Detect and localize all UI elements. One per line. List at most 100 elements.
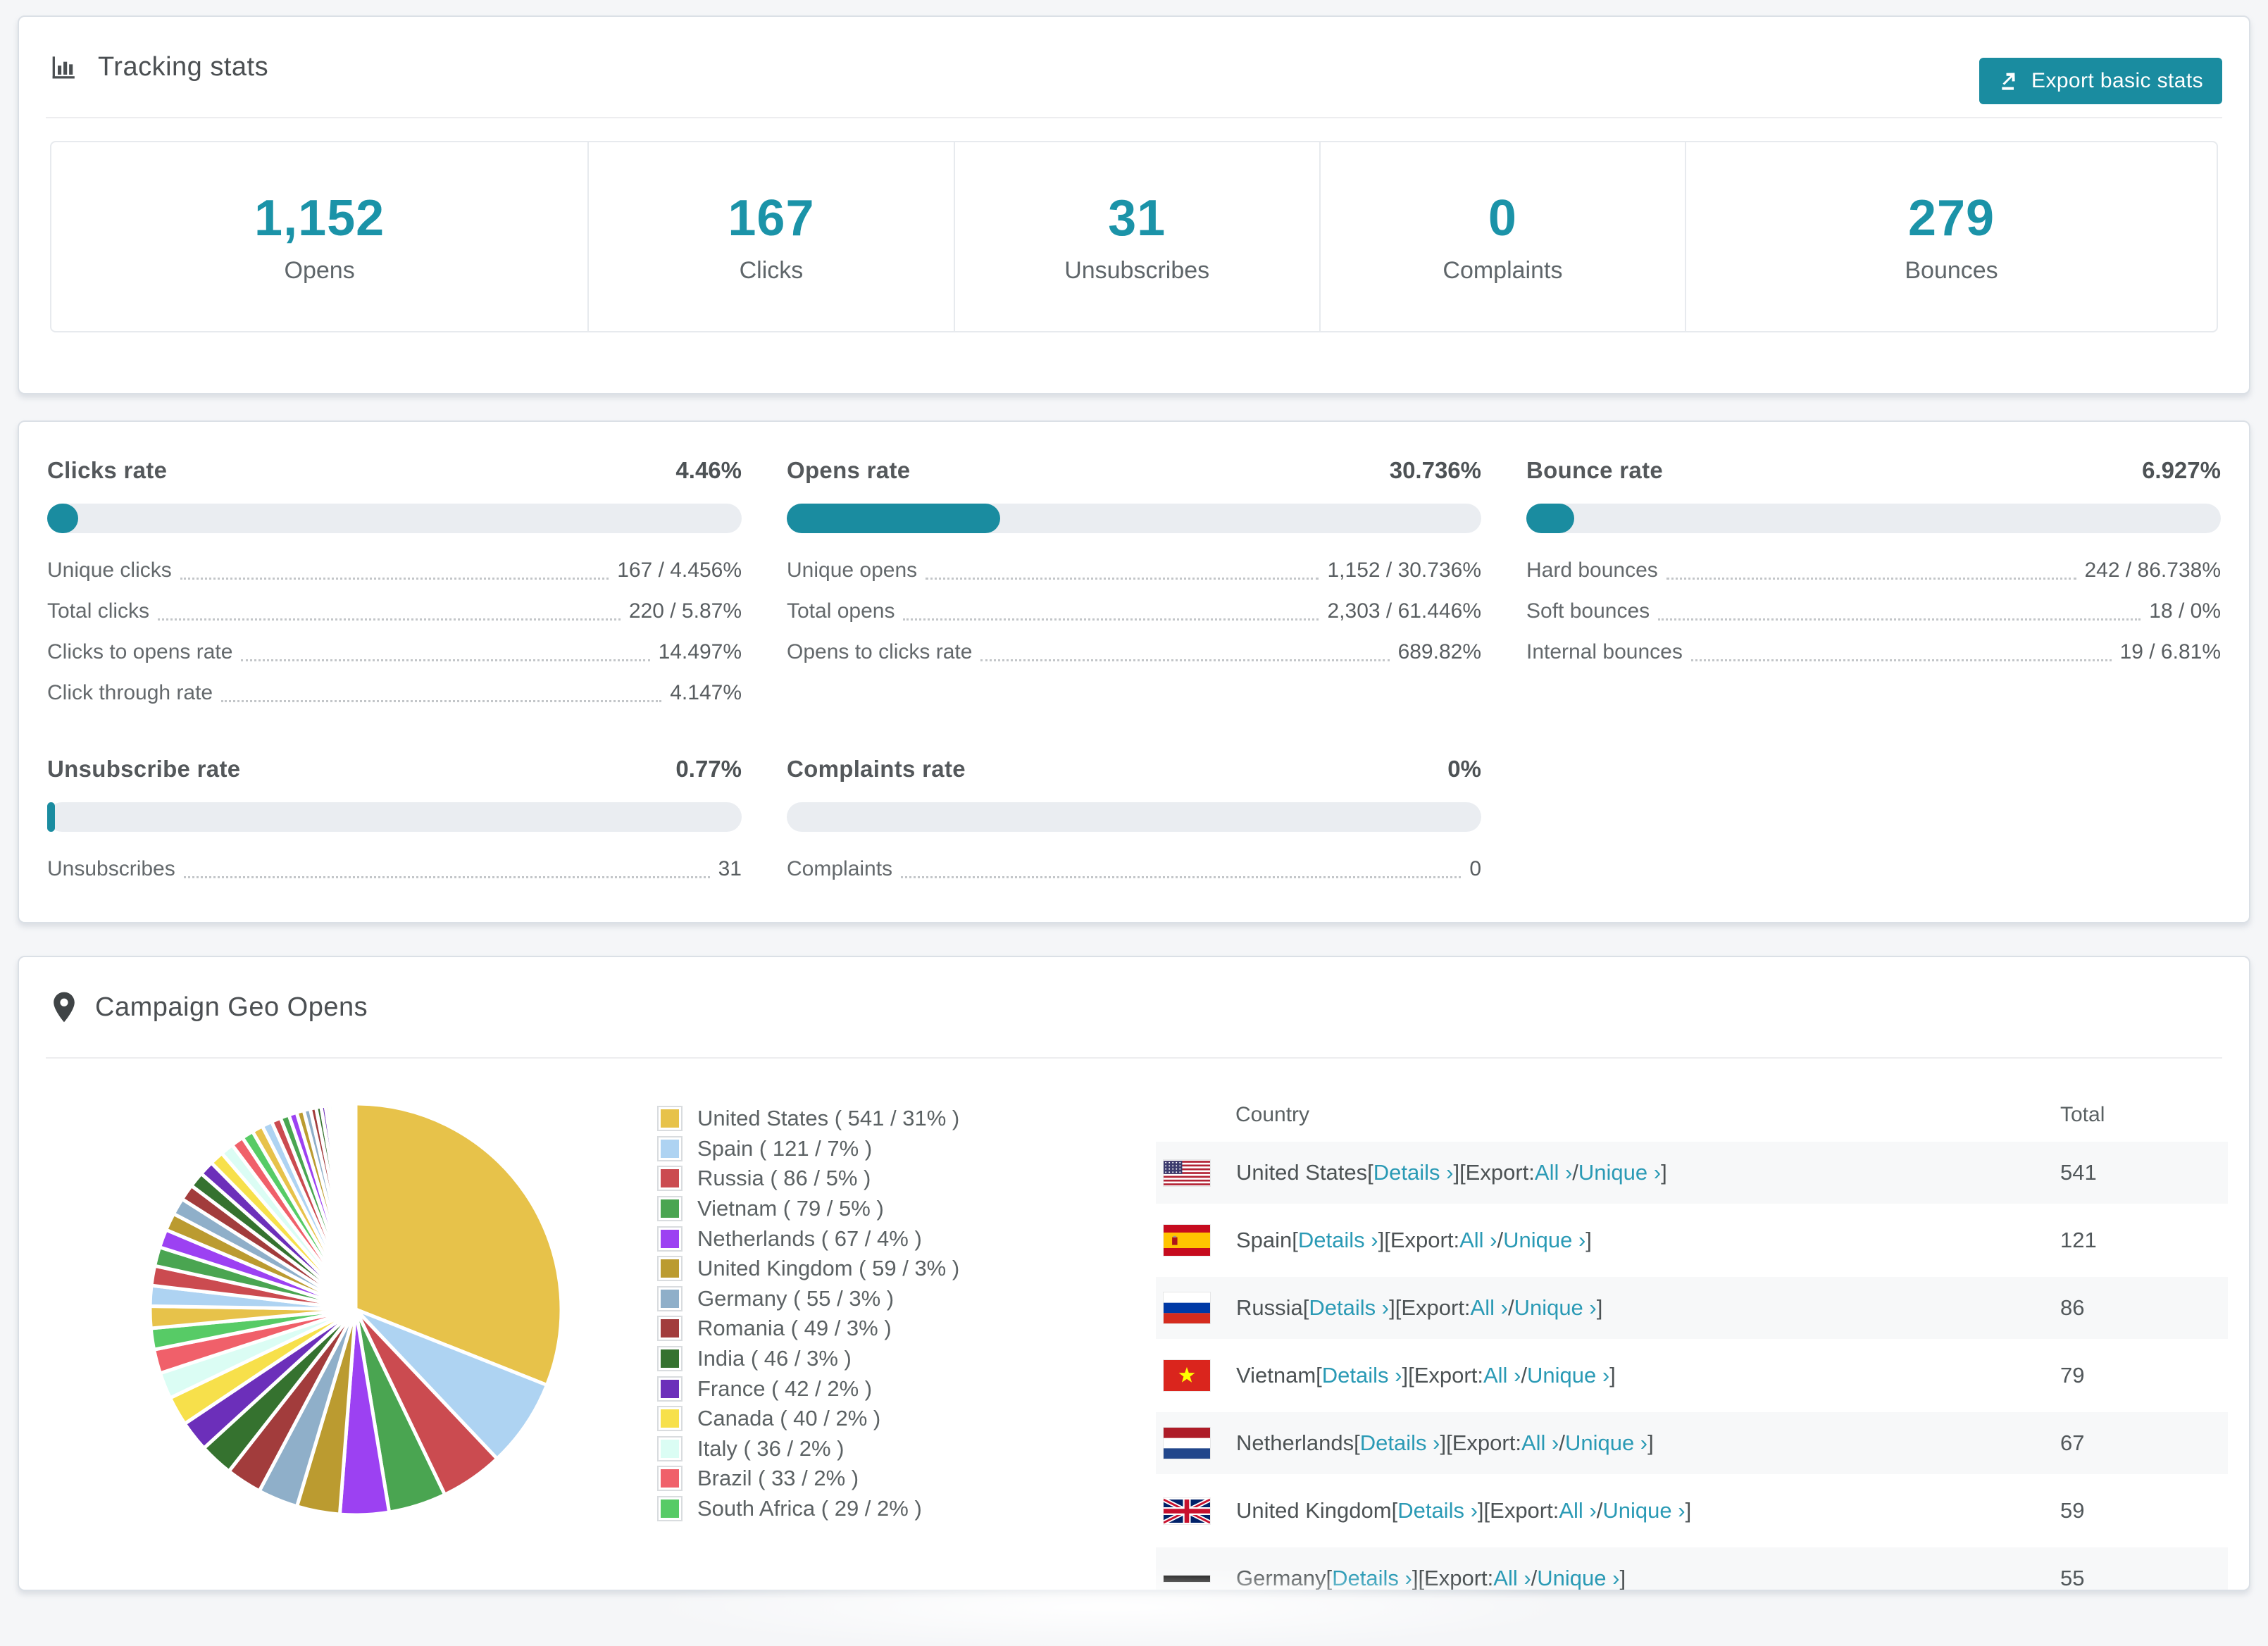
bracket: ] [1609, 1363, 1616, 1388]
export-unique-link[interactable]: Unique › [1527, 1363, 1609, 1388]
country-name: Netherlands [1236, 1430, 1354, 1455]
campaign-geo-opens-card: Campaign Geo Opens United States ( 541 /… [18, 956, 2250, 1591]
bracket: [ [1316, 1363, 1322, 1388]
geo-table-row: Spain [Details ›] [Export: All › / Uniqu… [1156, 1209, 2228, 1271]
legend-swatch [657, 1226, 683, 1252]
rates-grid: Clicks rate 4.46% Unique clicks 167 / 4.456… [19, 422, 2249, 890]
export-prefix: [Export: [1459, 1160, 1535, 1185]
country-cell: United States [Details ›] [Export: All ›… [1156, 1160, 2060, 1186]
stat-row-label: Hard bounces [1526, 559, 1658, 582]
export-button-label: Export basic stats [2031, 69, 2203, 92]
legend-label: Russia ( 86 / 5% ) [697, 1166, 871, 1191]
stat-row-label: Clicks to opens rate [47, 640, 233, 663]
export-prefix: [Export: [1395, 1295, 1471, 1320]
details-link[interactable]: Details › [1332, 1566, 1412, 1590]
pie-slice-other[interactable] [353, 1102, 358, 1311]
rate-stat-row: Total opens 2,303 / 61.446% [787, 591, 1481, 632]
rate-panel-opens-rate: Opens rate 30.736% Unique opens 1,152 / 30.… [787, 457, 1481, 713]
rate-stat-row: Complaints 0 [787, 849, 1481, 890]
export-icon [1998, 70, 2021, 92]
stat-row-label: Unique opens [787, 559, 918, 582]
legend-item-brazil: Brazil ( 33 / 2% ) [657, 1464, 959, 1494]
export-all-link[interactable]: All › [1483, 1363, 1521, 1388]
rate-value: 4.46% [675, 457, 742, 483]
stat-row-value: 689.82% [1397, 640, 1481, 663]
rate-stat-row: Unique opens 1,152 / 30.736% [787, 550, 1481, 591]
country-name: Russia [1236, 1295, 1303, 1320]
total-value: 86 [2060, 1295, 2085, 1320]
export-all-link[interactable]: All › [1471, 1295, 1508, 1321]
legend-item-canada: Canada ( 40 / 2% ) [657, 1404, 959, 1434]
flag-gb-icon [1164, 1497, 1210, 1524]
column-header-country: Country [1235, 1103, 1310, 1126]
rate-stat-row: Opens to clicks rate 689.82% [787, 632, 1481, 673]
country-cell: United Kingdom [Details ›] [Export: All … [1156, 1497, 2060, 1524]
export-all-link[interactable]: All › [1521, 1430, 1559, 1456]
rate-panel-clicks-rate: Clicks rate 4.46% Unique clicks 167 / 4.456… [47, 457, 742, 713]
stat-box-bounces: 279 Bounces [1686, 142, 2217, 331]
dotted-leader [1690, 644, 2112, 661]
legend-item-united-kingdom: United Kingdom ( 59 / 3% ) [657, 1254, 960, 1284]
stat-value: 279 [1907, 189, 1995, 247]
export-all-link[interactable]: All › [1459, 1228, 1497, 1253]
details-link[interactable]: Details › [1373, 1160, 1454, 1185]
header-divider [46, 1057, 2222, 1059]
export-unique-link[interactable]: Unique › [1503, 1228, 1585, 1253]
slash-separator: / [1507, 1295, 1514, 1320]
slash-separator: / [1559, 1430, 1565, 1455]
legend-label: South Africa ( 29 / 2% ) [697, 1496, 922, 1521]
bracket: ] [1477, 1498, 1484, 1523]
flag-us-icon [1164, 1160, 1210, 1186]
stat-label: Complaints [1443, 256, 1563, 284]
details-link[interactable]: Details › [1397, 1498, 1478, 1523]
stat-row-label: Unsubscribes [47, 857, 175, 880]
stat-row-value: 4.147% [670, 681, 742, 704]
details-link[interactable]: Details › [1322, 1363, 1402, 1388]
export-unique-link[interactable]: Unique › [1565, 1430, 1647, 1456]
export-unique-link[interactable]: Unique › [1537, 1566, 1619, 1590]
rate-value: 0.77% [675, 756, 742, 782]
export-all-link[interactable]: All › [1493, 1566, 1531, 1590]
bracket: [ [1391, 1498, 1398, 1523]
rate-title: Complaints rate [787, 756, 966, 782]
export-unique-link[interactable]: Unique › [1602, 1498, 1685, 1523]
legend-label: United Kingdom ( 59 / 3% ) [697, 1256, 960, 1281]
country-cell: Spain [Details ›] [Export: All › / Uniqu… [1156, 1225, 2060, 1256]
stat-label: Bounces [1905, 256, 1998, 284]
details-link[interactable]: Details › [1298, 1228, 1378, 1253]
export-unique-link[interactable]: Unique › [1578, 1160, 1661, 1185]
stat-row-label: Internal bounces [1526, 640, 1683, 663]
export-unique-link[interactable]: Unique › [1514, 1295, 1597, 1321]
bracket: ] [1402, 1363, 1409, 1388]
export-prefix: [Export: [1483, 1498, 1559, 1523]
progress-bar [1526, 504, 2221, 533]
legend-label: United States ( 541 / 31% ) [697, 1106, 960, 1131]
legend-label: Vietnam ( 79 / 5% ) [697, 1196, 884, 1221]
slash-separator: / [1572, 1160, 1578, 1185]
details-link[interactable]: Details › [1309, 1295, 1389, 1321]
export-basic-stats-button[interactable]: Export basic stats [1979, 58, 2222, 104]
legend-swatch [657, 1376, 683, 1402]
legend-swatch [657, 1166, 683, 1192]
geo-table-row: Netherlands [Details ›] [Export: All › /… [1156, 1412, 2228, 1474]
stat-row-label: Click through rate [47, 681, 213, 704]
stat-row-label: Opens to clicks rate [787, 640, 973, 663]
total-value: 121 [2060, 1228, 2097, 1252]
export-all-link[interactable]: All › [1535, 1160, 1572, 1185]
geo-table-row: Russia [Details ›] [Export: All › / Uniq… [1156, 1277, 2228, 1339]
total-value: 59 [2060, 1498, 2085, 1523]
bracket: ] [1647, 1430, 1654, 1455]
export-all-link[interactable]: All › [1559, 1498, 1596, 1523]
stat-box-opens: 1,152 Opens [51, 142, 590, 331]
dotted-leader [926, 562, 1319, 580]
stat-row-value: 0 [1469, 857, 1481, 880]
stat-row-value: 31 [718, 857, 742, 880]
legend-label: Germany ( 55 / 3% ) [697, 1285, 895, 1311]
column-header-total: Total [2060, 1103, 2105, 1126]
stat-row-label: Total opens [787, 599, 895, 623]
export-prefix: [Export: [1446, 1430, 1521, 1455]
details-link[interactable]: Details › [1360, 1430, 1440, 1456]
stat-row-value: 167 / 4.456% [617, 559, 742, 582]
pie-legend: United States ( 541 / 31% ) Spain ( 121 /… [657, 1104, 960, 1523]
bracket: ] [1389, 1295, 1395, 1320]
